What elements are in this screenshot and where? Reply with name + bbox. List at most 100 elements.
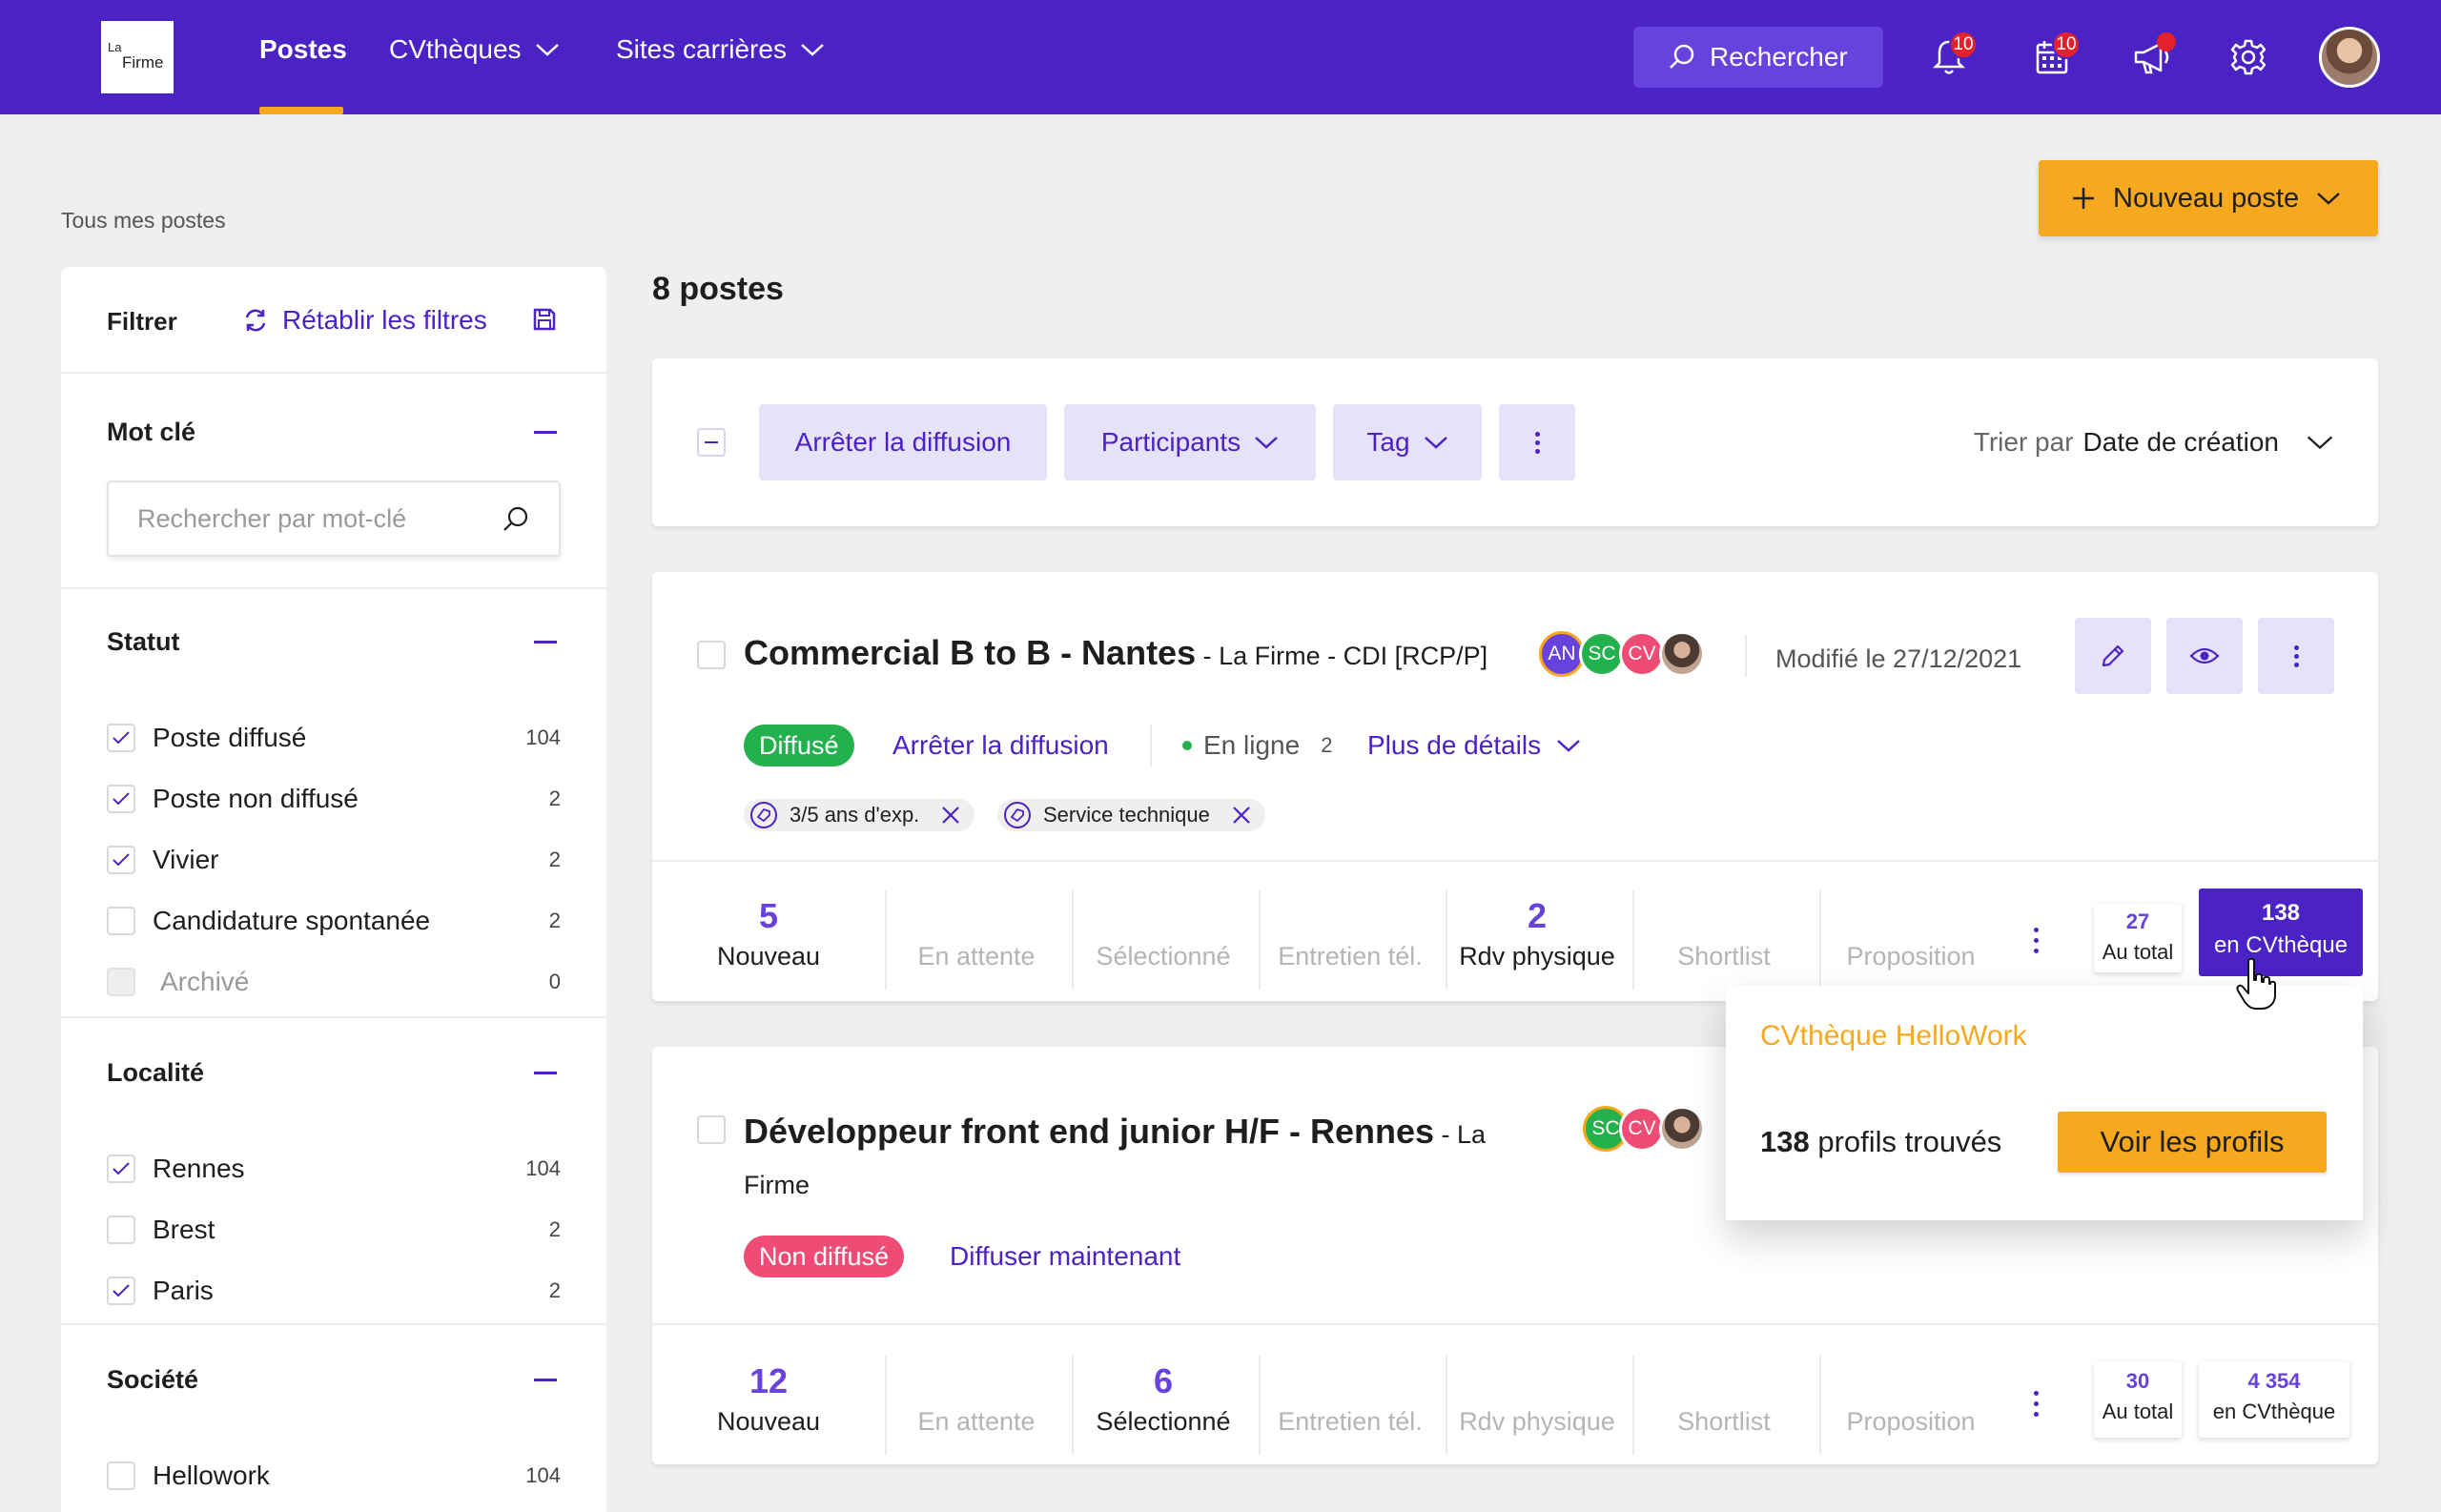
filter-option-paris[interactable]: Paris 2: [107, 1272, 561, 1310]
cvtheque-count: 138: [2261, 900, 2301, 926]
job-select-checkbox[interactable]: [697, 1115, 726, 1144]
bulk-actions-toolbar: Arrêter la diffusion Participants Tag Tr…: [652, 358, 2378, 526]
publish-now-link[interactable]: Diffuser maintenant: [950, 1241, 1180, 1272]
breadcrumb[interactable]: Tous mes postes: [61, 208, 226, 234]
stage-proposition[interactable]: Proposition: [1817, 1361, 2004, 1437]
stage-label: Sélectionné: [1096, 942, 1231, 971]
edit-button[interactable]: [2075, 618, 2151, 694]
job-select-checkbox[interactable]: [697, 641, 726, 669]
nav-postes[interactable]: Postes: [259, 34, 347, 65]
stop-diffusion-button[interactable]: Arrêter la diffusion: [759, 404, 1047, 480]
participant-avatar[interactable]: CV: [1619, 631, 1665, 677]
chevron-down-icon: [1424, 437, 1447, 449]
pencil-icon: [2102, 644, 2124, 667]
checkbox-checked[interactable]: [107, 1154, 135, 1183]
total-label: Au total: [2102, 1400, 2174, 1423]
user-avatar[interactable]: [2319, 27, 2380, 88]
stage-selectionne[interactable]: Sélectionné: [1070, 896, 1257, 971]
save-filters-button[interactable]: [532, 307, 557, 337]
participant-avatar[interactable]: CV: [1619, 1106, 1665, 1152]
checkbox-checked[interactable]: [107, 785, 135, 813]
participant-avatar-photo[interactable]: [1659, 1106, 1705, 1152]
checkbox-unchecked[interactable]: [107, 907, 135, 935]
checkbox-checked[interactable]: [107, 846, 135, 874]
participant-avatar[interactable]: AN: [1539, 631, 1585, 677]
checkbox-unchecked[interactable]: [107, 1461, 135, 1490]
view-profiles-button[interactable]: Voir les profils: [2058, 1112, 2327, 1173]
participant-avatar-photo[interactable]: [1659, 631, 1705, 677]
job-tag: Service technique: [997, 799, 1265, 831]
participants-dropdown[interactable]: Participants: [1064, 404, 1316, 480]
participant-avatar[interactable]: SC: [1579, 631, 1625, 677]
keyword-collapse-button[interactable]: [534, 431, 557, 434]
filter-option-vivier[interactable]: Vivier 2: [107, 841, 561, 879]
stage-label: Shortlist: [1677, 942, 1771, 971]
stage-entretien-tel[interactable]: Entretien tél.: [1257, 896, 1444, 971]
more-actions-button[interactable]: [1499, 404, 1575, 480]
close-icon[interactable]: [1231, 805, 1252, 826]
stage-shortlist[interactable]: Shortlist: [1631, 896, 1817, 971]
tag-dropdown[interactable]: Tag: [1333, 404, 1482, 480]
close-icon[interactable]: [940, 805, 961, 826]
filter-option-candidature-spontanee[interactable]: Candidature spontanée 2: [107, 902, 561, 940]
stage-en-attente[interactable]: En attente: [883, 1361, 1070, 1437]
reset-filters-button[interactable]: Rétablir les filtres: [242, 305, 487, 336]
global-search-button[interactable]: Rechercher: [1633, 27, 1883, 88]
stage-shortlist[interactable]: Shortlist: [1631, 1361, 1817, 1437]
stop-diffusion-link[interactable]: Arrêter la diffusion: [892, 730, 1109, 761]
new-post-button[interactable]: Nouveau poste: [2039, 160, 2378, 236]
stage-proposition[interactable]: Proposition: [1817, 896, 2004, 971]
filter-option-poste-diffuse[interactable]: Poste diffusé 104: [107, 719, 561, 757]
stage-nouveau[interactable]: 5 Nouveau: [675, 896, 862, 971]
preview-button[interactable]: [2166, 618, 2243, 694]
keyword-search-input[interactable]: Rechercher par mot-clé: [107, 480, 561, 557]
filter-option-count: 104: [525, 725, 561, 749]
stage-selectionne[interactable]: 6 Sélectionné: [1070, 1361, 1257, 1437]
job-more-button[interactable]: [2258, 618, 2334, 694]
stage-entretien-tel[interactable]: Entretien tél.: [1257, 1361, 1444, 1437]
nav-cvtheques[interactable]: CVthèques: [389, 34, 560, 65]
total-candidates-button[interactable]: 27 Au total: [2094, 904, 2182, 972]
checkbox-checked[interactable]: [107, 1277, 135, 1305]
filter-option-rennes[interactable]: Rennes 104: [107, 1150, 561, 1188]
nav-sites-carrieres[interactable]: Sites carrières: [616, 34, 825, 65]
calendar-button[interactable]: 10: [2029, 31, 2081, 80]
more-details-toggle[interactable]: Plus de détails: [1367, 730, 1581, 761]
notifications-button[interactable]: 10: [1926, 31, 1978, 80]
stage-en-attente[interactable]: En attente: [883, 896, 1070, 971]
cvtheque-count: 4 354: [2247, 1369, 2301, 1393]
societe-collapse-button[interactable]: [534, 1379, 557, 1381]
job-title[interactable]: Commercial B to B - Nantes - La Firme - …: [744, 633, 1487, 673]
stages-more-button[interactable]: [2021, 911, 2050, 969]
job-title[interactable]: Développeur front end junior H/F - Renne…: [744, 1108, 1602, 1209]
stage-rdv-physique[interactable]: 2 Rdv physique: [1444, 896, 1631, 971]
select-all-checkbox[interactable]: [697, 428, 726, 457]
filter-option-hellowork[interactable]: Hellowork 104: [107, 1457, 561, 1495]
total-count: 30: [2125, 1369, 2150, 1393]
sort-dropdown[interactable]: Trier par Date de création: [1974, 427, 2334, 458]
checkbox-checked[interactable]: [107, 724, 135, 752]
cvtheque-button[interactable]: 4 354 en CVthèque: [2199, 1361, 2349, 1438]
filter-option-poste-non-diffuse[interactable]: Poste non diffusé 2: [107, 780, 561, 818]
stage-count: 2: [1527, 896, 1548, 935]
total-candidates-button[interactable]: 30 Au total: [2094, 1361, 2182, 1438]
stage-rdv-physique[interactable]: Rdv physique: [1444, 1361, 1631, 1437]
statut-collapse-button[interactable]: [534, 641, 557, 644]
filter-option-brest[interactable]: Brest 2: [107, 1211, 561, 1249]
divider: [1745, 635, 1747, 677]
filter-option-label: Brest: [153, 1215, 215, 1244]
stage-nouveau[interactable]: 12 Nouveau: [675, 1361, 862, 1437]
stages-more-button[interactable]: [2021, 1375, 2050, 1432]
localite-section-title: Localité: [107, 1058, 205, 1087]
cvtheque-button-active[interactable]: 138 en CVthèque: [2199, 889, 2363, 976]
checkbox-unchecked[interactable]: [107, 1216, 135, 1244]
announcements-button[interactable]: [2130, 32, 2176, 80]
refresh-icon: [245, 309, 266, 332]
search-icon[interactable]: [502, 505, 530, 534]
stage-label: Nouveau: [716, 942, 821, 971]
settings-button[interactable]: [2226, 34, 2271, 80]
nav-postes-label: Postes: [259, 34, 347, 64]
localite-collapse-button[interactable]: [534, 1072, 557, 1074]
company-logo[interactable]: La Firme: [101, 21, 174, 93]
stage-label: Nouveau: [716, 1407, 821, 1436]
